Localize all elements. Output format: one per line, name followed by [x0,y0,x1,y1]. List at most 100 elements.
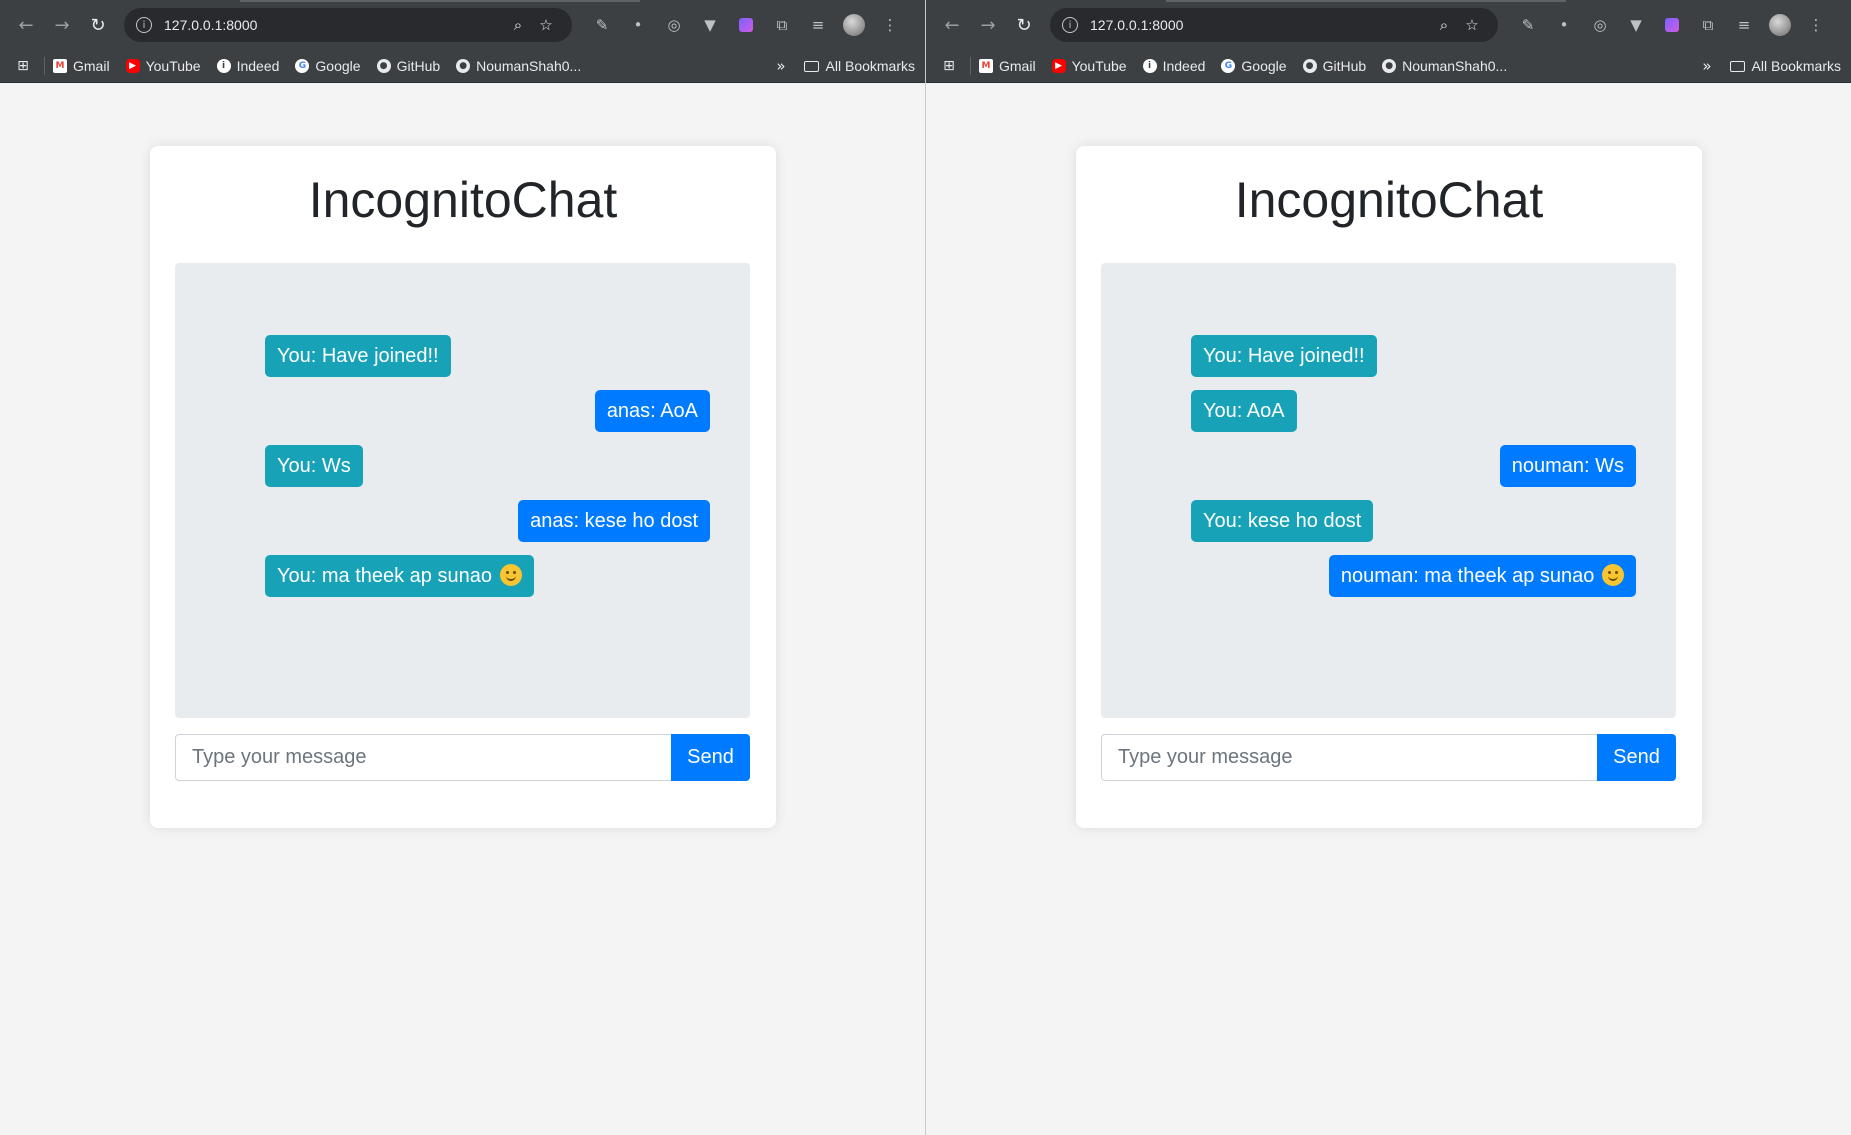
bookmark-gmail[interactable]: M Gmail [979,58,1036,74]
bookmark-github-profile[interactable]: ● NoumanShah0... [1382,58,1507,74]
bookmark-google[interactable]: G Google [295,58,361,74]
back-icon[interactable]: ← [934,7,970,43]
bookmark-label: GitHub [396,58,441,74]
folder-icon [803,60,819,72]
bookmark-github-profile[interactable]: ● NoumanShah0... [456,58,581,74]
send-button[interactable]: Send [1597,734,1676,781]
browser-toolbar: ← → ↻ i 127.0.0.1:8000 ⌕ ☆ ✎ • ◎ ▼ ⧉ ≡ ⋮ [0,0,925,50]
page-title: IncognitoChat [308,172,618,228]
chat-messages: You: Have joined!! anas: AoA You: Ws anas: … [175,263,750,718]
message-text: anas: kese ho dost [530,510,698,532]
address-url[interactable]: 127.0.0.1:8000 [164,17,504,33]
page-body: IncognitoChat You: Have joined!! You: AoA… [926,83,1851,1135]
bookmark-google[interactable]: G Google [1221,58,1287,74]
bookmark-youtube[interactable]: ▶ YouTube [125,58,201,74]
eyedropper-extension-icon[interactable]: ✎ [584,7,620,43]
peer-message-bubble: anas: kese ho dost [518,500,710,542]
message-text: You: Ws [277,455,351,477]
vuejs-extension-icon[interactable]: ▼ [692,7,728,43]
menu-kebab-icon[interactable]: ⋮ [1798,7,1834,43]
bookmark-label: NoumanShah0... [476,58,582,74]
bookmarks-bar: ⊞ M Gmail ▶ YouTube i Indeed G Google ● GitHu… [0,50,925,83]
more-bookmarks-chevron-icon[interactable]: » [776,57,785,75]
media-control-icon[interactable]: ≡ [1726,7,1762,43]
reload-icon[interactable]: ↻ [80,7,116,43]
hugging-face-emoji-icon [1602,564,1624,586]
zoom-icon[interactable]: ⌕ [1430,16,1458,34]
bookmark-label: GitHub [1322,58,1367,74]
vuejs-extension-icon[interactable]: ▼ [1618,7,1654,43]
own-message-bubble: You: Ws [265,445,363,487]
site-info-icon[interactable]: i [1062,17,1078,33]
google-icon: G [1221,59,1236,73]
reload-icon[interactable]: ↻ [1006,7,1042,43]
extensions-puzzle-icon[interactable]: ⧉ [764,7,800,43]
own-message-bubble: You: ma theek ap sunao [265,555,534,597]
bookmark-star-icon[interactable]: ☆ [532,16,560,34]
own-message-bubble: You: Have joined!! [265,335,451,377]
youtube-icon: ▶ [125,59,140,73]
message-text: anas: AoA [606,400,698,422]
bookmark-label: Gmail [73,58,110,74]
chat-messages: You: Have joined!! You: AoA nouman: Ws You:… [1101,263,1676,718]
message-text: You: Have joined!! [277,345,439,367]
site-info-icon[interactable]: i [136,17,152,33]
indeed-icon: i [216,59,231,73]
all-bookmarks-label: All Bookmarks [1751,58,1841,74]
indeed-icon: i [1142,59,1157,73]
menu-kebab-icon[interactable]: ⋮ [872,7,908,43]
extension-dot-icon[interactable]: • [620,7,656,43]
bookmarks-separator [970,57,971,75]
bookmark-indeed[interactable]: i Indeed [216,58,279,74]
apps-grid-icon[interactable]: ⊞ [936,53,962,79]
forward-icon[interactable]: → [970,7,1006,43]
profile-avatar-icon[interactable] [1762,7,1798,43]
address-bar[interactable]: i 127.0.0.1:8000 ⌕ ☆ [1050,8,1498,42]
bookmark-label: YouTube [145,58,201,74]
message-row: nouman: Ws [1191,445,1636,487]
bookmark-youtube[interactable]: ▶ YouTube [1051,58,1127,74]
forward-icon[interactable]: → [44,7,80,43]
all-bookmarks-folder[interactable]: All Bookmarks [803,58,915,74]
extension-circle-icon[interactable]: ◎ [1582,7,1618,43]
back-icon[interactable]: ← [8,7,44,43]
extensions-puzzle-icon[interactable]: ⧉ [1690,7,1726,43]
all-bookmarks-folder[interactable]: All Bookmarks [1729,58,1841,74]
bookmark-github[interactable]: ● GitHub [376,58,441,74]
message-row: You: ma theek ap sunao [265,555,710,597]
bookmark-indeed[interactable]: i Indeed [1142,58,1205,74]
profile-avatar-icon[interactable] [836,7,872,43]
message-text: You: AoA [1203,400,1285,422]
send-button[interactable]: Send [671,734,750,781]
purple-extension-icon[interactable] [1654,7,1690,43]
message-input[interactable] [175,734,671,781]
address-bar[interactable]: i 127.0.0.1:8000 ⌕ ☆ [124,8,572,42]
address-url[interactable]: 127.0.0.1:8000 [1090,17,1430,33]
bookmark-gmail[interactable]: M Gmail [53,58,110,74]
message-row: nouman: ma theek ap sunao [1191,555,1636,597]
message-row: anas: kese ho dost [265,500,710,542]
message-row: You: kese ho dost [1191,500,1636,542]
message-form: Send [175,734,750,781]
bookmark-star-icon[interactable]: ☆ [1458,16,1486,34]
github-icon: ● [376,59,391,73]
eyedropper-extension-icon[interactable]: ✎ [1510,7,1546,43]
purple-extension-icon[interactable] [728,7,764,43]
github-icon: ● [1302,59,1317,73]
google-icon: G [295,59,310,73]
bookmarks-separator [44,57,45,75]
message-input[interactable] [1101,734,1597,781]
more-bookmarks-chevron-icon[interactable]: » [1702,57,1711,75]
media-control-icon[interactable]: ≡ [800,7,836,43]
extension-circle-icon[interactable]: ◎ [656,7,692,43]
browser-window-right: ← → ↻ i 127.0.0.1:8000 ⌕ ☆ ✎ • ◎ ▼ ⧉ ≡ ⋮… [926,0,1851,1135]
apps-grid-icon[interactable]: ⊞ [10,53,36,79]
zoom-icon[interactable]: ⌕ [504,16,532,34]
extension-dot-icon[interactable]: • [1546,7,1582,43]
tab-strip-edge [240,0,640,2]
gmail-icon: M [53,59,67,73]
bookmark-github[interactable]: ● GitHub [1302,58,1367,74]
message-row: You: Ws [265,445,710,487]
page-body: IncognitoChat You: Have joined!! anas: Ao… [0,83,925,1135]
bookmark-label: NoumanShah0... [1402,58,1508,74]
